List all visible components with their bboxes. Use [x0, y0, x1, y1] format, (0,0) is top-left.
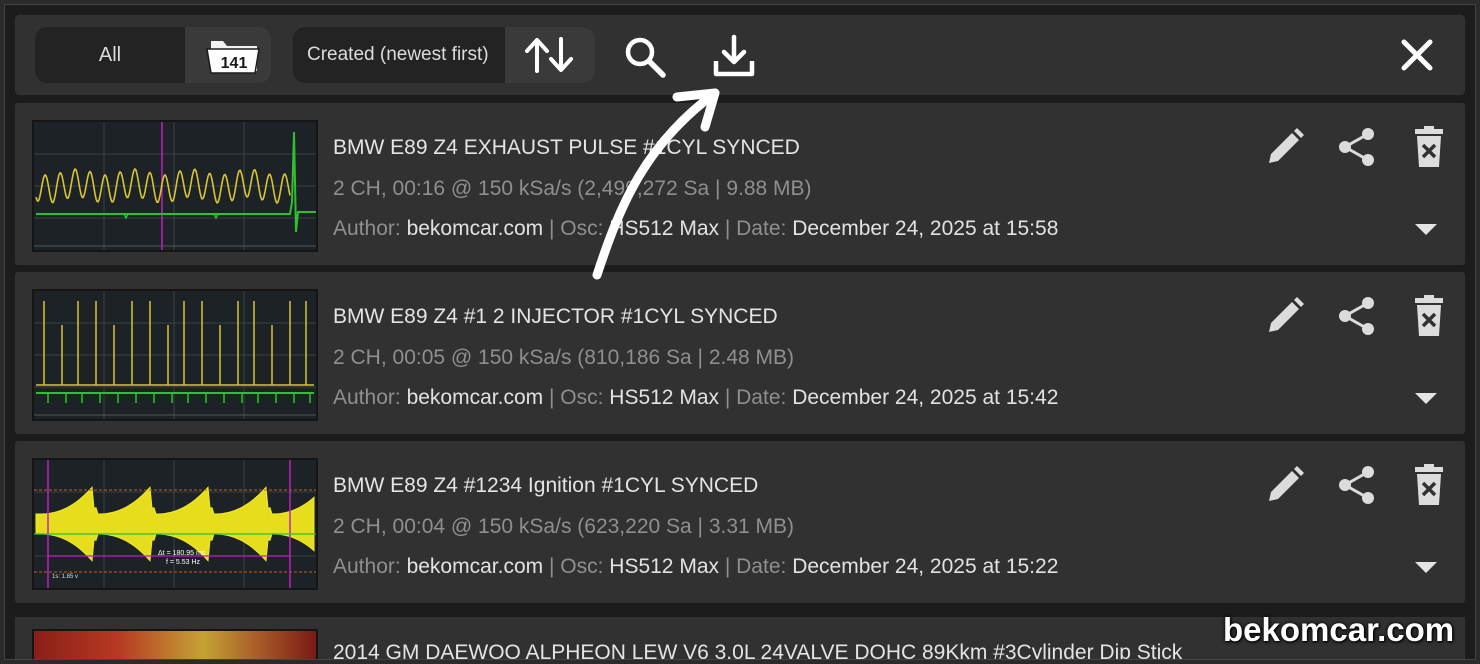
waveform-thumbnail[interactable]: [32, 289, 318, 421]
author-label: Author:: [333, 217, 401, 240]
list-item[interactable]: Δt = 180.95 ms f = 5.53 Hz 1s: 1.85 v BM…: [15, 441, 1465, 603]
record-title: BMW E89 Z4 #1 2 INJECTOR #1CYL SYNCED: [333, 305, 778, 328]
waveform-preview: [34, 291, 316, 419]
date-label: Date:: [736, 555, 787, 578]
delete-icon[interactable]: [1409, 294, 1449, 338]
app-window: All 141 Created (newest first) BMW E89 Z…: [4, 4, 1476, 660]
osc-label: Osc:: [560, 386, 604, 409]
share-icon[interactable]: [1335, 125, 1379, 169]
waveform-thumbnail[interactable]: Δt = 180.95 ms f = 5.53 Hz 1s: 1.85 v: [32, 458, 318, 590]
author-value: bekomcar.com: [406, 386, 544, 409]
delete-icon[interactable]: [1409, 125, 1449, 169]
osc-label: Osc:: [560, 555, 604, 578]
annotation-arrow-icon: [592, 88, 720, 280]
file-count: 141: [221, 55, 248, 72]
expand-chevron-icon[interactable]: [1413, 390, 1439, 406]
cursor-readout: 1s: 1.85 v: [52, 574, 78, 580]
expand-chevron-icon[interactable]: [1413, 221, 1439, 237]
frequency-readout: f = 5.53 Hz: [166, 559, 201, 566]
date-value: December 24, 2025 at 15:58: [792, 217, 1059, 240]
sort-dropdown[interactable]: Created (newest first): [293, 27, 595, 83]
record-info: Author: bekomcar.com | Osc: HS512 Max | …: [333, 386, 1059, 409]
osc-value: HS512 Max: [609, 386, 719, 409]
folder-count-button[interactable]: 141: [185, 27, 271, 83]
close-icon[interactable]: [1399, 37, 1435, 73]
record-meta: 2 CH, 00:05 @ 150 kSa/s (810,186 Sa | 2.…: [333, 346, 795, 369]
author-value: bekomcar.com: [406, 217, 544, 240]
delta-t-readout: Δt = 180.95 ms: [158, 550, 206, 557]
share-icon[interactable]: [1335, 294, 1379, 338]
sort-label: Created (newest first): [307, 44, 489, 65]
waveform-preview: Δt = 180.95 ms f = 5.53 Hz 1s: 1.85 v: [34, 460, 316, 588]
filter-dropdown[interactable]: All 141: [35, 27, 271, 83]
record-meta: 2 CH, 00:04 @ 150 kSa/s (623,220 Sa | 3.…: [333, 515, 795, 538]
expand-chevron-icon[interactable]: [1413, 559, 1439, 575]
share-icon[interactable]: [1335, 463, 1379, 507]
date-value: December 24, 2025 at 15:42: [792, 386, 1059, 409]
waveform-preview: [34, 122, 316, 250]
osc-value: HS512 Max: [609, 555, 719, 578]
folder-count-icon: 141: [206, 41, 260, 74]
delete-icon[interactable]: [1409, 463, 1449, 507]
author-value: bekomcar.com: [406, 555, 544, 578]
date-label: Date:: [736, 386, 787, 409]
author-label: Author:: [333, 555, 401, 578]
waveform-thumbnail[interactable]: [32, 120, 318, 252]
edit-icon[interactable]: [1263, 463, 1307, 507]
record-title: 2014 GM DAEWOO ALPHEON LEW V6 3.0L 24VAL…: [333, 641, 1183, 660]
filter-label: All: [98, 44, 122, 66]
record-info: Author: bekomcar.com | Osc: HS512 Max | …: [333, 555, 1059, 578]
waveform-thumbnail[interactable]: [32, 629, 318, 659]
date-value: December 24, 2025 at 15:22: [792, 555, 1059, 578]
list-item[interactable]: BMW E89 Z4 #1 2 INJECTOR #1CYL SYNCED 2 …: [15, 272, 1465, 434]
record-title: BMW E89 Z4 #1234 Ignition #1CYL SYNCED: [333, 474, 759, 497]
author-label: Author:: [333, 386, 401, 409]
watermark: bekomcar.com: [1223, 611, 1455, 648]
edit-icon[interactable]: [1263, 294, 1307, 338]
edit-icon[interactable]: [1263, 125, 1307, 169]
